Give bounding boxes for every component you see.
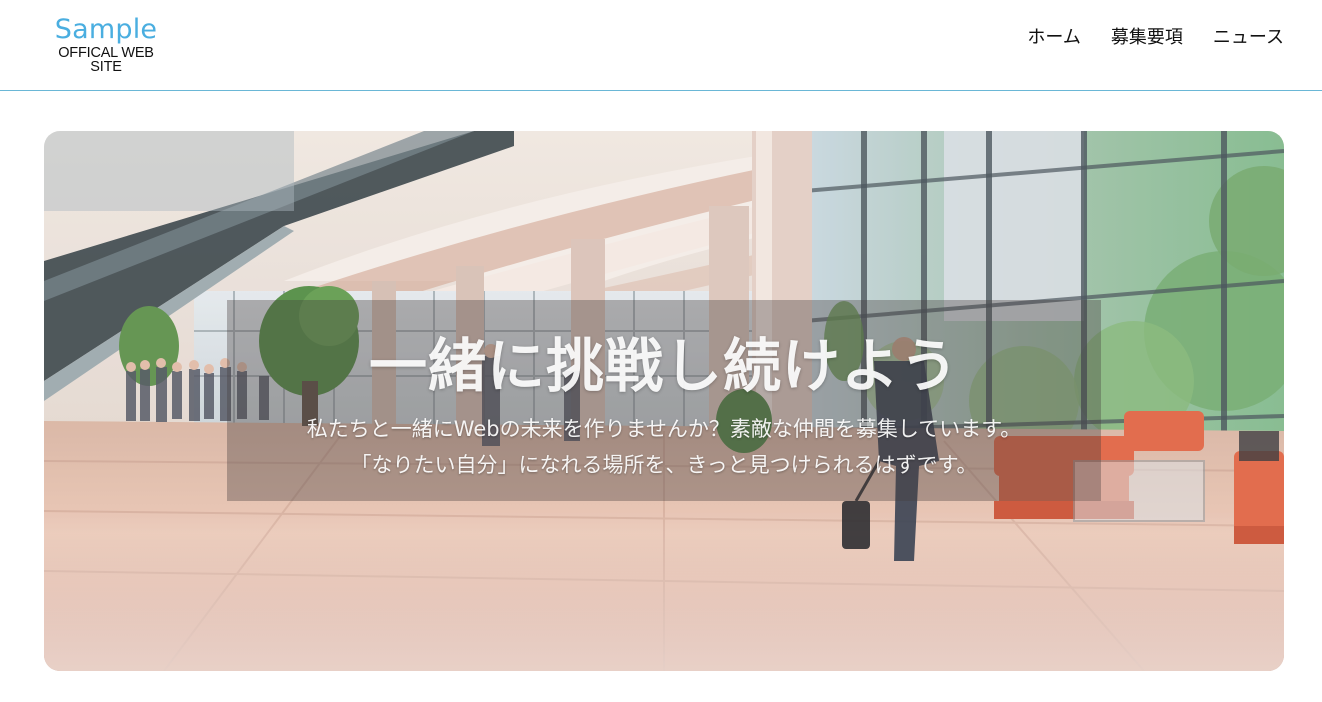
nav-link-news[interactable]: ニュース xyxy=(1213,25,1284,51)
main-nav: ホーム 募集要項 ニュース xyxy=(1027,25,1284,51)
nav-item-home: ホーム xyxy=(1027,25,1080,51)
nav-item-news: ニュース xyxy=(1213,25,1284,51)
hero-subtitle: 私たちと一緒にWebの未来を作りませんか？素敵な仲間を募集しています。 「なりた… xyxy=(44,411,1284,483)
hero-subtitle-line-2: 「なりたい自分」になれる場所を、きっと見つけられるはずです。 xyxy=(350,453,978,477)
nav-link-home[interactable]: ホーム xyxy=(1027,25,1080,51)
site-logo-link[interactable]: Sample OFFICAL WEB SITE xyxy=(44,14,168,74)
hero-subtitle-line-1: 私たちと一緒にWebの未来を作りませんか？素敵な仲間を募集しています。 xyxy=(306,417,1022,441)
nav-item-recruitment: 募集要項 xyxy=(1111,25,1183,51)
hero-title: 一緒に挑戦し続けよう xyxy=(368,332,959,400)
logo-subtitle: OFFICAL WEB SITE xyxy=(58,45,154,75)
hero-banner: 一緒に挑戦し続けよう 私たちと一緒にWebの未来を作りませんか？素敵な仲間を募集… xyxy=(44,131,1284,671)
site-header: Sample OFFICAL WEB SITE ホーム 募集要項 ニュース xyxy=(0,0,1322,91)
logo-title: Sample xyxy=(54,14,158,45)
nav-link-recruitment[interactable]: 募集要項 xyxy=(1111,25,1183,51)
